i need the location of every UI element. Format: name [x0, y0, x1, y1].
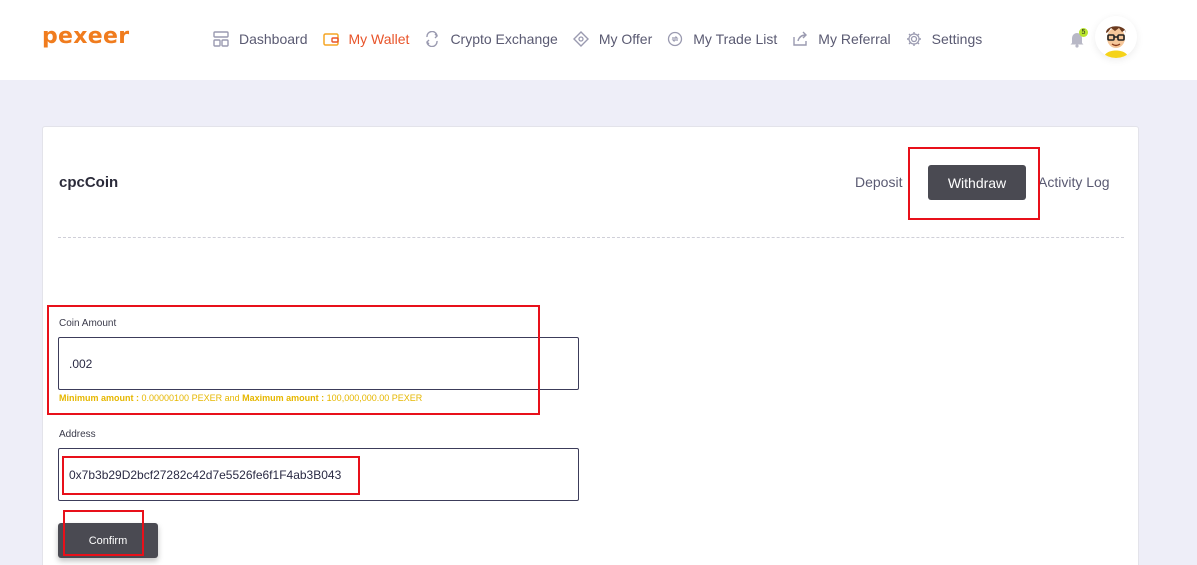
trade-list-icon [666, 30, 684, 48]
nav-label: Settings [931, 31, 983, 47]
nav-item-dashboard[interactable]: Dashboard [212, 30, 308, 48]
divider [58, 237, 1124, 238]
nav-item-crypto-exchange[interactable]: Crypto Exchange [423, 30, 558, 48]
nav-label: My Referral [818, 31, 891, 47]
confirm-button[interactable]: Confirm [58, 523, 158, 558]
pexeer-logo[interactable]: pexeer [42, 24, 129, 49]
nav-label: Crypto Exchange [450, 31, 558, 47]
top-bar: pexeer Dashboard My Wallet Crypto Exchan… [0, 0, 1197, 80]
tab-activity-log[interactable]: Activity Log [1038, 174, 1110, 190]
dashboard-icon [212, 30, 230, 48]
coin-amount-input[interactable] [58, 337, 579, 390]
amount-limits-hint: Minimum amount : 0.00000100 PEXER and Ma… [59, 393, 422, 403]
and-text: and [224, 393, 240, 403]
notification-badge: 5 [1079, 28, 1088, 37]
tab-withdraw[interactable]: Withdraw [928, 165, 1026, 200]
coin-title: cpcCoin [59, 174, 119, 191]
address-input[interactable] [58, 448, 579, 501]
nav-item-settings[interactable]: Settings [905, 30, 983, 48]
offer-icon [572, 30, 590, 48]
min-amount-label: Minimum amount : [59, 393, 139, 403]
exchange-icon [423, 30, 441, 48]
nav-item-my-wallet[interactable]: My Wallet [322, 30, 410, 48]
tab-deposit[interactable]: Deposit [855, 174, 902, 190]
min-amount-value: 0.00000100 PEXER [141, 393, 223, 403]
nav-label: My Offer [598, 31, 653, 47]
max-amount-value: 100,000,000.00 PEXER [326, 393, 423, 403]
nav-label: My Trade List [693, 31, 778, 47]
main-nav: Dashboard My Wallet Crypto Exchange My O… [212, 28, 996, 50]
nav-item-my-referral[interactable]: My Referral [791, 30, 891, 48]
coin-amount-label: Coin Amount [59, 318, 117, 329]
user-avatar-icon[interactable] [1095, 16, 1137, 58]
address-label: Address [59, 429, 96, 440]
nav-label: My Wallet [348, 31, 410, 47]
wallet-card: cpcCoin Deposit Withdraw Activity Log Co… [42, 126, 1139, 565]
nav-item-my-trade-list[interactable]: My Trade List [666, 30, 777, 48]
referral-icon [791, 30, 809, 48]
nav-label: Dashboard [239, 31, 308, 47]
nav-item-my-offer[interactable]: My Offer [572, 30, 652, 48]
wallet-icon [322, 30, 340, 48]
max-amount-label: Maximum amount : [242, 393, 325, 403]
settings-icon [905, 30, 923, 48]
